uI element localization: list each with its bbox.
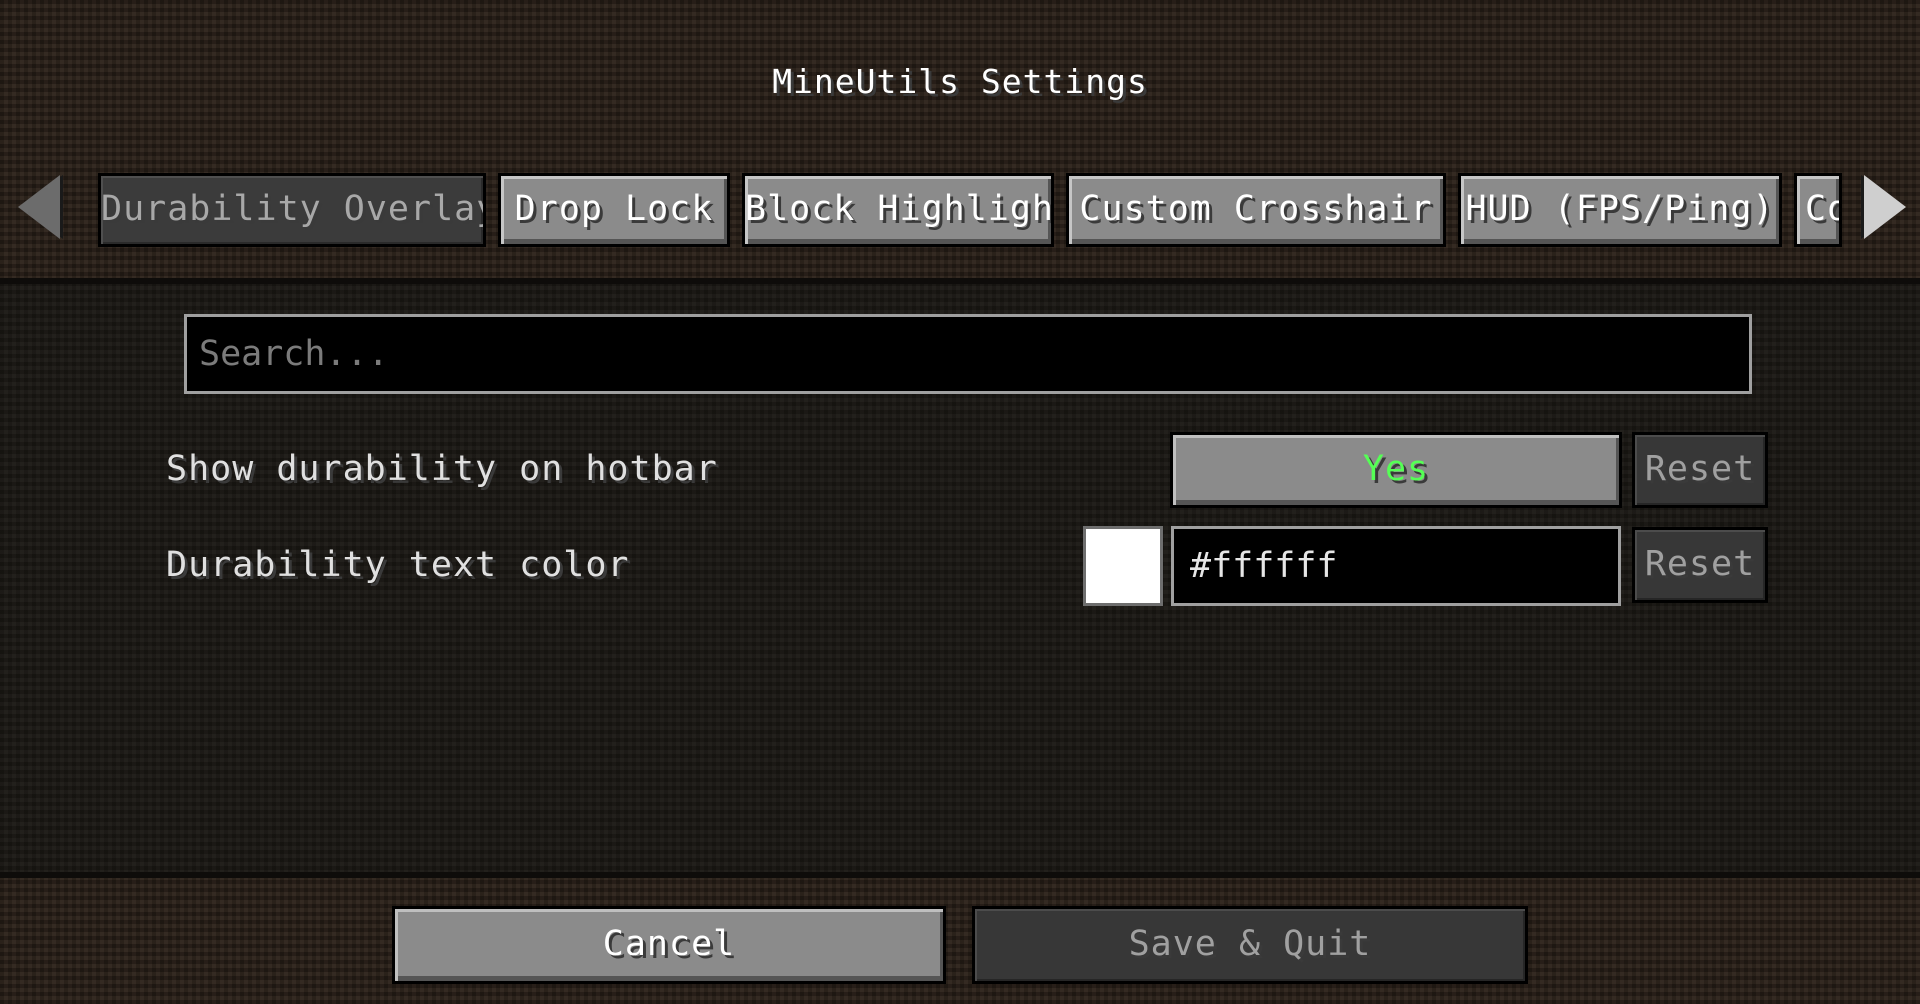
arrow-left-icon[interactable] <box>18 175 60 239</box>
color-hex-input[interactable] <box>1171 526 1621 606</box>
reset-button-show-durability[interactable]: Reset <box>1632 432 1768 508</box>
tab-clipped[interactable]: Co <box>1794 173 1842 247</box>
setting-label-text-color: Durability text color <box>166 545 630 585</box>
tab-durability-overlay[interactable]: Durability Overlay <box>98 173 486 247</box>
tab-custom-crosshair[interactable]: Custom Crosshair <box>1066 173 1446 247</box>
arrow-right-icon[interactable] <box>1864 175 1906 239</box>
tab-hud-fps-ping[interactable]: HUD (FPS/Ping) <box>1458 173 1782 247</box>
show-durability-toggle[interactable]: Yes <box>1170 432 1622 508</box>
tab-block-highlight[interactable]: Block Highlight <box>742 173 1054 247</box>
toggle-value: Yes <box>1362 449 1430 489</box>
page-title: MineUtils Settings <box>772 62 1148 101</box>
search-input[interactable] <box>184 314 1752 394</box>
cancel-button[interactable]: Cancel <box>392 906 946 984</box>
setting-label-show-durability: Show durability on hotbar <box>166 449 718 489</box>
save-quit-button[interactable]: Save & Quit <box>972 906 1528 984</box>
reset-button-text-color[interactable]: Reset <box>1632 527 1768 603</box>
tab-drop-lock[interactable]: Drop Lock <box>498 173 730 247</box>
color-swatch[interactable] <box>1083 526 1163 606</box>
